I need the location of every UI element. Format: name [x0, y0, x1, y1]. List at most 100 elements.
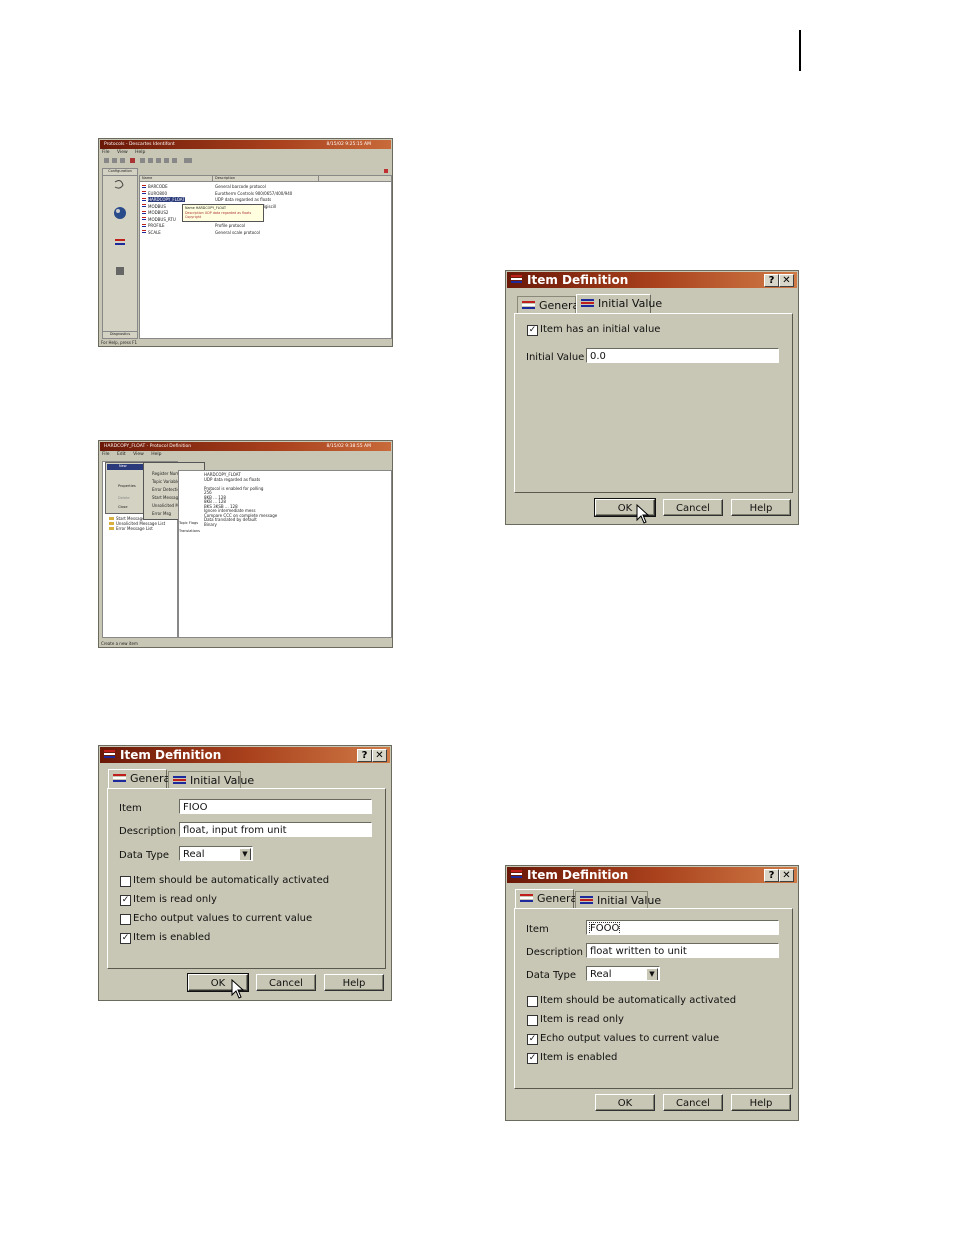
- read-only-checkbox[interactable]: [527, 1015, 538, 1026]
- protocol-row-name[interactable]: EURO800: [148, 191, 167, 196]
- protocol-row-name[interactable]: SCALE: [148, 230, 161, 235]
- initial-value-panel: [514, 313, 793, 493]
- help-button[interactable]: Help: [324, 974, 384, 991]
- echo-output-checkbox[interactable]: [120, 914, 131, 925]
- protocol-definition-titlebar: HARDCOPY_FLOAT - Protocol Definition 8/1…: [100, 442, 391, 451]
- auto-activate-checkbox[interactable]: [527, 996, 538, 1007]
- cancel-button[interactable]: Cancel: [663, 499, 723, 516]
- item-definition-dialog-general-output: Item Definition ? ✕ General Initial Valu…: [505, 865, 799, 1121]
- tooltip-line: Name HARDCOPY_FLOAT: [185, 206, 226, 210]
- menu-help[interactable]: Help: [135, 150, 145, 155]
- tab-initial-value[interactable]: Initial Value: [168, 771, 254, 789]
- tab-general[interactable]: General: [517, 296, 582, 314]
- property-value: Binary: [204, 521, 217, 527]
- menu-item-delete[interactable]: Delete: [118, 496, 130, 500]
- toolbar-icons[interactable]: [102, 157, 222, 165]
- menu-file[interactable]: File: [102, 150, 110, 155]
- submenu-item[interactable]: Topic Variable: [152, 479, 180, 484]
- menu-view[interactable]: View: [117, 150, 128, 155]
- help-button[interactable]: Help: [731, 1094, 791, 1111]
- list-header: Name Description: [140, 176, 391, 182]
- properties-pane: HARDCOPY_FLOAT UDP data regarded as float…: [178, 470, 392, 638]
- dialog-titlebar: Item Definition ? ✕: [507, 867, 797, 883]
- ok-button[interactable]: OK: [595, 1094, 655, 1111]
- menu-item-new[interactable]: New: [107, 464, 145, 470]
- column-description[interactable]: Description: [215, 176, 235, 180]
- protocol-row-description: UDP data regarded as floats: [215, 197, 272, 202]
- protocol-list: Name Description BARCODE General barcode …: [139, 175, 392, 339]
- data-type-select[interactable]: Real ▼: [179, 846, 253, 861]
- close-icon[interactable]: ✕: [779, 869, 794, 882]
- cancel-button[interactable]: Cancel: [663, 1094, 723, 1111]
- item-field[interactable]: FOOO: [586, 920, 779, 935]
- close-icon[interactable]: ✕: [372, 749, 387, 762]
- sidebar: Configuration Diagnostics: [102, 168, 138, 339]
- help-button[interactable]: Help: [731, 499, 791, 516]
- column-name[interactable]: Name: [142, 176, 152, 180]
- protocol-row-name[interactable]: MODBUS2: [148, 210, 168, 215]
- protocol-row-name[interactable]: MODBUS_RTU: [148, 217, 176, 222]
- sidebar-top-label[interactable]: Configuration: [103, 169, 137, 176]
- tab-initial-value[interactable]: Initial Value: [576, 294, 662, 314]
- menu-edit[interactable]: Edit: [117, 452, 126, 457]
- initial-value-label: Initial Value: [526, 352, 585, 363]
- app-icon: [511, 870, 522, 879]
- protocol-row-icon: [142, 210, 146, 214]
- window-time: 8/15/02 9:38:55 AM: [326, 444, 371, 449]
- submenu-item[interactable]: Error Msg: [152, 511, 171, 516]
- protocol-tooltip: Name HARDCOPY_FLOAT Description UDP data…: [182, 204, 264, 222]
- protocol-row-name[interactable]: BARCODE: [148, 184, 168, 189]
- description-field[interactable]: float written to unit: [586, 943, 779, 958]
- app-icon: [104, 750, 115, 759]
- help-icon[interactable]: ?: [764, 274, 779, 287]
- has-initial-value-checkbox[interactable]: ✓: [527, 325, 538, 336]
- chevron-down-icon[interactable]: ▼: [646, 968, 658, 980]
- menu-help[interactable]: Help: [151, 452, 161, 457]
- status-bar: For Help, press F1: [101, 340, 138, 345]
- item-label: Item: [526, 924, 549, 935]
- auto-activate-checkbox[interactable]: [120, 876, 131, 887]
- red-close-icon[interactable]: [384, 169, 388, 173]
- description-field[interactable]: float, input from unit: [179, 822, 372, 837]
- sidebar-bottom-label[interactable]: Diagnostics: [103, 331, 137, 338]
- description-label: Description: [119, 826, 176, 837]
- menu-item-close[interactable]: Close: [118, 505, 128, 509]
- menu-item-properties[interactable]: Properties: [118, 484, 136, 488]
- protocol-row-name[interactable]: HARDCOPY_FLOAT: [148, 197, 185, 202]
- enabled-label: Item is enabled: [540, 1052, 618, 1063]
- item-label: Item: [119, 803, 142, 814]
- help-icon[interactable]: ?: [764, 869, 779, 882]
- close-icon[interactable]: ✕: [779, 274, 794, 287]
- protocol-row-description: General barcode protocol: [215, 184, 266, 189]
- dialog-titlebar: Item Definition ? ✕: [507, 272, 797, 288]
- initial-value-tab-icon: [581, 299, 594, 309]
- enabled-checkbox[interactable]: ✓: [527, 1053, 538, 1064]
- protocol-row-icon: [142, 191, 146, 194]
- read-only-checkbox[interactable]: ✓: [120, 895, 131, 906]
- dialog-title: Item Definition: [120, 748, 222, 762]
- window-time: 8/15/02 9:25:15 AM: [326, 142, 371, 147]
- tab-initial-value-label: Initial Value: [190, 774, 255, 787]
- cancel-button[interactable]: Cancel: [256, 974, 316, 991]
- item-field[interactable]: FIOO: [179, 799, 372, 814]
- description-label: Description: [526, 947, 583, 958]
- initial-value-field[interactable]: 0.0: [586, 348, 779, 363]
- chevron-down-icon[interactable]: ▼: [239, 848, 251, 860]
- help-icon[interactable]: ?: [357, 749, 372, 762]
- echo-output-checkbox[interactable]: ✓: [527, 1034, 538, 1045]
- protocol-row-name[interactable]: PROFILE: [148, 223, 165, 228]
- tab-general[interactable]: General: [108, 769, 173, 789]
- tab-general[interactable]: General: [515, 889, 580, 909]
- submenu-item[interactable]: Start Message: [152, 495, 181, 500]
- enabled-label: Item is enabled: [133, 932, 211, 943]
- tab-initial-value[interactable]: Initial Value: [575, 891, 661, 909]
- menu-bar: File Edit View Help: [102, 452, 168, 457]
- prop-label-translations: Translations: [179, 529, 200, 533]
- data-type-select[interactable]: Real ▼: [586, 966, 660, 981]
- menu-view[interactable]: View: [133, 452, 144, 457]
- protocol-row-name[interactable]: MODBUS: [148, 204, 166, 209]
- enabled-checkbox[interactable]: ✓: [120, 933, 131, 944]
- sidebar-icons[interactable]: [103, 177, 137, 297]
- menu-file[interactable]: File: [102, 452, 110, 457]
- tree-item[interactable]: Error Message List: [116, 526, 153, 531]
